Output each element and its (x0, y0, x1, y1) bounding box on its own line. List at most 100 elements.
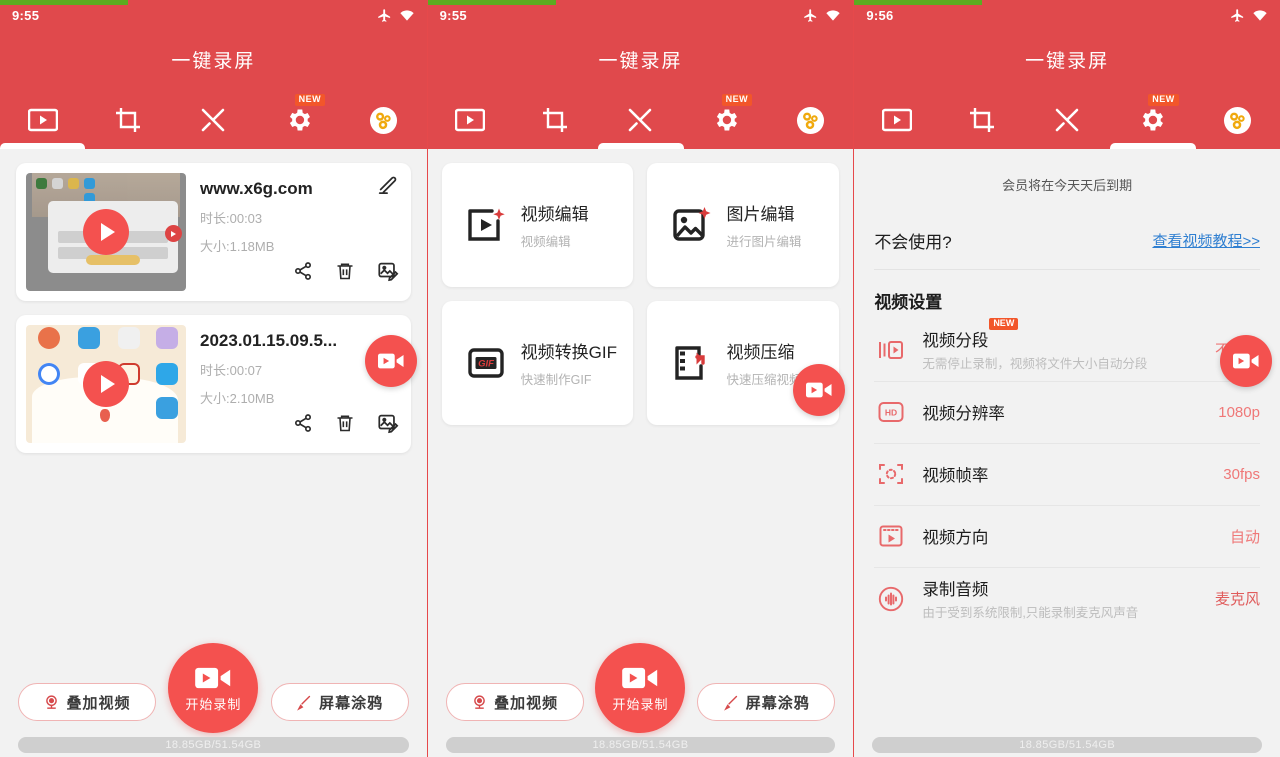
floating-record-button[interactable] (364, 335, 417, 387)
tab-settings[interactable]: NEW (683, 91, 768, 149)
tab-crop[interactable] (85, 91, 170, 149)
crop-icon (970, 108, 994, 132)
video-tutorial-link[interactable]: 查看视频教程>> (1152, 230, 1260, 251)
airplane-icon (803, 8, 818, 23)
setting-value[interactable]: 自动 (1230, 526, 1260, 547)
play-icon[interactable] (83, 361, 129, 407)
gif-icon: GIF (467, 348, 504, 378)
setting-row-resolution[interactable]: HD 视频分辨率 1080p (874, 382, 1260, 444)
overlay-video-label: 叠加视频 (494, 694, 559, 712)
status-time: 9:55 (12, 7, 40, 23)
tab-tools[interactable] (171, 91, 256, 149)
video-camera-icon (1232, 353, 1259, 369)
image-edit-icon[interactable] (377, 260, 399, 287)
section-title-video-settings: 视频设置 (874, 293, 943, 312)
tab-member[interactable] (341, 91, 426, 149)
setting-value[interactable]: 麦克风 (1215, 588, 1260, 609)
setting-row-record-audio[interactable]: 录制音频 由于受到系统限制,只能录制麦克风声音 麦克风 (874, 568, 1260, 630)
storage-bar: 18.85GB/51.54GB (445, 737, 836, 753)
tool-title: 视频压缩 (726, 343, 795, 362)
video-size: 大小:2.10MB (200, 391, 275, 406)
tools-icon (1055, 108, 1079, 132)
status-time: 9:56 (866, 7, 894, 23)
rename-pen-icon[interactable] (377, 173, 399, 200)
setting-row-framerate[interactable]: 视频帧率 30fps (874, 444, 1260, 506)
audio-wave-icon (874, 586, 908, 612)
framerate-icon (874, 461, 908, 487)
video-thumbnail[interactable] (26, 325, 186, 443)
crop-icon (115, 108, 140, 132)
brush-icon (297, 695, 311, 711)
coins-icon (1223, 106, 1251, 134)
wifi-icon (399, 8, 415, 22)
setting-row-video-segment[interactable]: 视频分段 NEW 无需停止录制，视频将文件大小自动分段 不分段 (874, 318, 1260, 382)
help-row: 不会使用? 查看视频教程>> (874, 194, 1260, 270)
help-question: 不会使用? (874, 233, 952, 252)
tab-crop[interactable] (939, 91, 1024, 149)
film-video-icon (455, 108, 486, 132)
share-icon[interactable] (293, 413, 313, 438)
tool-card-gif[interactable]: GIF 视频转换GIF 快速制作GIF (441, 301, 634, 425)
start-record-button[interactable]: 开始录制 (595, 643, 686, 733)
tool-card-video-edit[interactable]: 视频编辑 视频编辑 (441, 163, 634, 287)
bottom-action-bar-1: 叠加视频 开始录制 屏幕涂鸦 18.85GB/51.54GB (0, 639, 427, 757)
tool-title: 视频编辑 (520, 205, 589, 224)
tab-video[interactable] (428, 91, 513, 149)
tools-icon (202, 108, 225, 132)
video-actions (293, 260, 399, 287)
share-icon[interactable] (293, 261, 313, 286)
tool-card-image-edit[interactable]: 图片编辑 进行图片编辑 (647, 163, 840, 287)
overlay-video-button[interactable]: 叠加视频 (18, 683, 156, 721)
tab-member[interactable] (1195, 91, 1280, 149)
tab-video[interactable] (854, 91, 939, 149)
tab-settings[interactable]: NEW (1110, 91, 1195, 149)
setting-label: 视频分辨率 (922, 405, 1005, 424)
screens-container: 9:55 一键录屏 NEW www.x6g.com 时长:00:03 大小:1.… (0, 0, 1280, 757)
setting-new-badge: NEW (989, 318, 1019, 330)
airplane-icon (1230, 8, 1245, 23)
tab-new-badge: NEW (721, 94, 753, 106)
start-record-button[interactable]: 开始录制 (168, 643, 259, 733)
setting-label: 视频方向 (922, 529, 989, 548)
setting-value[interactable]: 1080p (1218, 404, 1260, 421)
tab-tools[interactable] (598, 91, 683, 149)
brush-icon (723, 695, 737, 711)
storage-bar: 18.85GB/51.54GB (872, 737, 1262, 753)
image-edit-icon[interactable] (377, 412, 399, 439)
video-thumbnail[interactable] (26, 173, 186, 291)
video-card[interactable]: www.x6g.com 时长:00:03 大小:1.18MB (16, 163, 411, 301)
tab-bar-3: NEW (854, 91, 1280, 149)
status-time: 9:55 (439, 7, 467, 23)
trash-icon[interactable] (335, 413, 355, 438)
setting-row-orientation[interactable]: 视频方向 自动 (874, 506, 1260, 568)
mini-record-chip (165, 225, 182, 242)
video-camera-icon (806, 382, 832, 398)
coins-icon (797, 106, 825, 134)
video-card[interactable]: 2023.01.15.09.5... 时长:00:07 大小:2.10MB (16, 315, 411, 453)
video-list: www.x6g.com 时长:00:03 大小:1.18MB 2023.01.1… (0, 149, 427, 453)
video-meta: 2023.01.15.09.5... 时长:00:07 大小:2.10MB (186, 325, 401, 443)
tab-tools[interactable] (1025, 91, 1110, 149)
screen-doodle-button[interactable]: 屏幕涂鸦 (697, 683, 836, 721)
app-title: 一键录屏 (598, 51, 683, 72)
tab-settings[interactable]: NEW (256, 91, 341, 149)
setting-value[interactable]: 30fps (1223, 466, 1260, 483)
start-record-label: 开始录制 (185, 696, 242, 712)
tab-crop[interactable] (513, 91, 598, 149)
tab-video[interactable] (0, 91, 85, 149)
trash-icon[interactable] (335, 261, 355, 286)
hd-icon: HD (874, 401, 908, 423)
gear-icon (716, 109, 737, 131)
tab-bar-2: NEW (428, 91, 854, 149)
setting-label: 视频帧率 (922, 467, 989, 486)
tab-new-badge: NEW (294, 94, 326, 106)
setting-label: 视频分段 NEW (922, 318, 1019, 351)
screen-doodle-button[interactable]: 屏幕涂鸦 (270, 683, 409, 721)
tab-member[interactable] (768, 91, 853, 149)
play-icon[interactable] (83, 209, 129, 255)
overlay-video-button[interactable]: 叠加视频 (445, 683, 584, 721)
screen-doodle-label: 屏幕涂鸦 (319, 694, 384, 712)
floating-record-button[interactable] (1219, 335, 1272, 387)
settings-panel: 会员将在今天天后到期 不会使用? 查看视频教程>> 视频设置 视频分段 NEW (854, 149, 1280, 630)
floating-record-button[interactable] (793, 364, 846, 416)
